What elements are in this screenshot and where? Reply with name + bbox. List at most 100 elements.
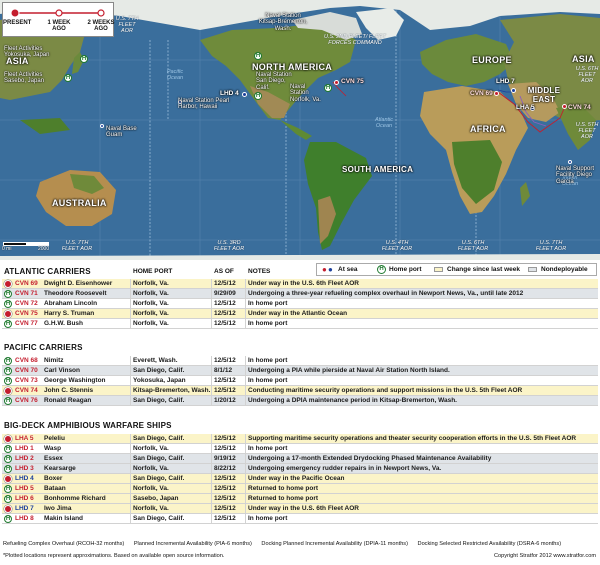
status-note: Returned to home port (248, 485, 319, 492)
ship-marker-cvn-74[interactable] (562, 104, 567, 109)
label-fleet-6-top: U.S. 6TH FLEET AOR (575, 66, 599, 85)
col-notes: NOTES (248, 268, 271, 275)
label-base-sasebo: Fleet Activities Sasebo, Japan (4, 72, 45, 85)
hull-number: LHD 6 (15, 495, 34, 502)
column-divider (211, 386, 212, 396)
label-australia: AUSTRALIA (52, 198, 107, 208)
table-row[interactable]: H CVN 70 Carl Vinson San Diego, Calif. 8/1/1… (2, 366, 598, 376)
label-middle-east: MIDDLE EAST (527, 86, 561, 104)
status-note: Undergoing a 17-month Extended Drydockin… (248, 455, 492, 462)
table-row[interactable]: H LHD 6 Bonhomme Richard Sasebo, Japan 12/5/… (2, 494, 598, 504)
as-of-date: 9/29/09 (214, 290, 236, 297)
ship-name: Theodore Roosevelt (44, 290, 107, 297)
ship-marker-cvn-69[interactable] (494, 91, 499, 96)
table-row[interactable]: H CVN 73 George Washington Yokosuka, Japan 1… (2, 376, 598, 386)
column-divider (245, 366, 246, 376)
hull-number: CVN 71 (15, 290, 38, 297)
table-row[interactable]: H LHD 5 Bataan Norfolk, Va. 12/5/12 Returned … (2, 484, 598, 494)
ship-marker-lhd-4[interactable] (242, 92, 247, 97)
ship-name: Wasp (44, 445, 62, 452)
table-row[interactable]: CVN 75 Harry S. Truman Norfolk, Va. 12/5/12… (2, 309, 598, 319)
ship-name: Carl Vinson (44, 367, 81, 374)
as-of-date: 12/5/12 (214, 300, 236, 307)
column-divider (245, 309, 246, 319)
column-divider (245, 484, 246, 494)
home-port-marker-san-diego[interactable]: H (254, 92, 262, 100)
abbr-dsra: Docking Selected Restricted Availability… (417, 541, 562, 547)
home-port-marker-sasebo[interactable]: H (64, 74, 72, 82)
ship-name: Harry S. Truman (44, 310, 95, 317)
column-divider (211, 504, 212, 514)
table-row[interactable]: H CVN 76 Ronald Reagan San Diego, Calif. 1/2… (2, 396, 598, 406)
column-divider (130, 444, 131, 454)
column-divider (211, 376, 212, 386)
column-divider (211, 309, 212, 319)
label-fleet-2: U.S. 2ND FLEET/ FLEET FORCES COMMAND (323, 34, 387, 47)
status-note: In home port (248, 320, 288, 327)
column-divider (130, 279, 131, 289)
ship-name: John C. Stennis (44, 387, 94, 394)
table-row[interactable]: H CVN 72 Abraham Lincoln Norfolk, Va. 12/5/1… (2, 299, 598, 309)
change-swatch (434, 267, 443, 272)
home-port-icon: H (4, 465, 12, 473)
hull-number: LHA 5 (15, 435, 34, 442)
base-marker-diego-garcia[interactable] (568, 160, 572, 164)
home-port-icon: H (4, 290, 12, 298)
fleet-status-tables: ● ● At sea H Home port Change since last… (0, 260, 600, 565)
hull-number: CVN 69 (15, 280, 38, 287)
column-divider (211, 464, 212, 474)
home-port-marker-yokosuka[interactable]: H (80, 55, 88, 63)
world-map[interactable]: PRESENT 1 WEEK AGO 2 WEEKS AGO ASIA ASIA… (0, 0, 600, 260)
base-marker-guam[interactable] (100, 124, 104, 128)
table-row[interactable]: H CVN 77 G.H.W. Bush Norfolk, Va. 12/5/12 In … (2, 319, 598, 329)
table-row[interactable]: LHD 4 Boxer San Diego, Calif. 12/5/12 Under … (2, 474, 598, 484)
table-row[interactable]: H CVN 71 Theodore Roosevelt Norfolk, Va. 9/2… (2, 289, 598, 299)
home-port-marker-norfolk[interactable]: H (324, 84, 332, 92)
home-port: San Diego, Calif. (133, 367, 185, 374)
map-landmass (0, 0, 600, 260)
column-divider (211, 299, 212, 309)
as-of-date: 12/5/12 (214, 475, 236, 482)
ship-marker-cvn-75[interactable] (334, 80, 339, 85)
hull-number: LHD 7 (15, 505, 34, 512)
col-home-port: HOME PORT (133, 268, 173, 275)
table-row[interactable]: LHD 7 Iwo Jima Norfolk, Va. 12/5/12 Under wa… (2, 504, 598, 514)
table-row[interactable]: H LHD 8 Makin Island San Diego, Calif. 12/5/… (2, 514, 598, 524)
ship-marker-lhd-7[interactable] (511, 88, 516, 93)
column-divider (130, 299, 131, 309)
table-row[interactable]: CVN 69 Dwight D. Eisenhower Norfolk, Va. 12… (2, 279, 598, 289)
table-row[interactable]: LHA 5 Peleliu San Diego, Calif. 12/5/12 Supp… (2, 434, 598, 444)
table-row[interactable]: CVN 74 John C. Stennis Kitsap-Bremerton, W… (2, 386, 598, 396)
home-port: Norfolk, Va. (133, 300, 169, 307)
column-divider (130, 504, 131, 514)
ship-name: Abraham Lincoln (44, 300, 98, 307)
home-port: Norfolk, Va. (133, 465, 169, 472)
column-divider (211, 289, 212, 299)
as-of-date: 9/19/12 (214, 455, 236, 462)
ship-name: Bonhomme Richard (44, 495, 106, 502)
hull-number: LHD 1 (15, 445, 34, 452)
table-row[interactable]: H LHD 3 Kearsarge Norfolk, Va. 8/22/12 Underg… (2, 464, 598, 474)
column-divider (245, 279, 246, 289)
ship-name: Boxer (44, 475, 63, 482)
hull-number: LHD 4 (15, 475, 34, 482)
home-port: Yokosuka, Japan (133, 377, 186, 384)
at-sea-icon (4, 475, 12, 483)
table-row[interactable]: H CVN 68 Nimitz Everett, Wash. 12/5/12 In hom… (2, 356, 598, 366)
at-sea-icon (4, 280, 12, 288)
home-port: Sasebo, Japan (133, 495, 179, 502)
status-note: In home port (248, 300, 288, 307)
hull-number: CVN 77 (15, 320, 38, 327)
home-port-marker-kitsap[interactable]: H (254, 52, 262, 60)
status-note: Undergoing a PIA while pierside at Naval… (248, 367, 450, 374)
home-port: Norfolk, Va. (133, 310, 169, 317)
column-divider (245, 454, 246, 464)
at-sea-icon (4, 387, 12, 395)
column-divider (130, 454, 131, 464)
label-fleet-3: U.S. 3RD FLEET AOR (213, 240, 245, 253)
label-fleet-4: U.S. 4TH FLEET AOR (381, 240, 413, 253)
scale-zero: 0 mi (2, 246, 12, 252)
table-row[interactable]: H LHD 2 Essex San Diego, Calif. 9/19/12 Under… (2, 454, 598, 464)
table-row[interactable]: H LHD 1 Wasp Norfolk, Va. 12/5/12 In home por… (2, 444, 598, 454)
column-divider (130, 386, 131, 396)
